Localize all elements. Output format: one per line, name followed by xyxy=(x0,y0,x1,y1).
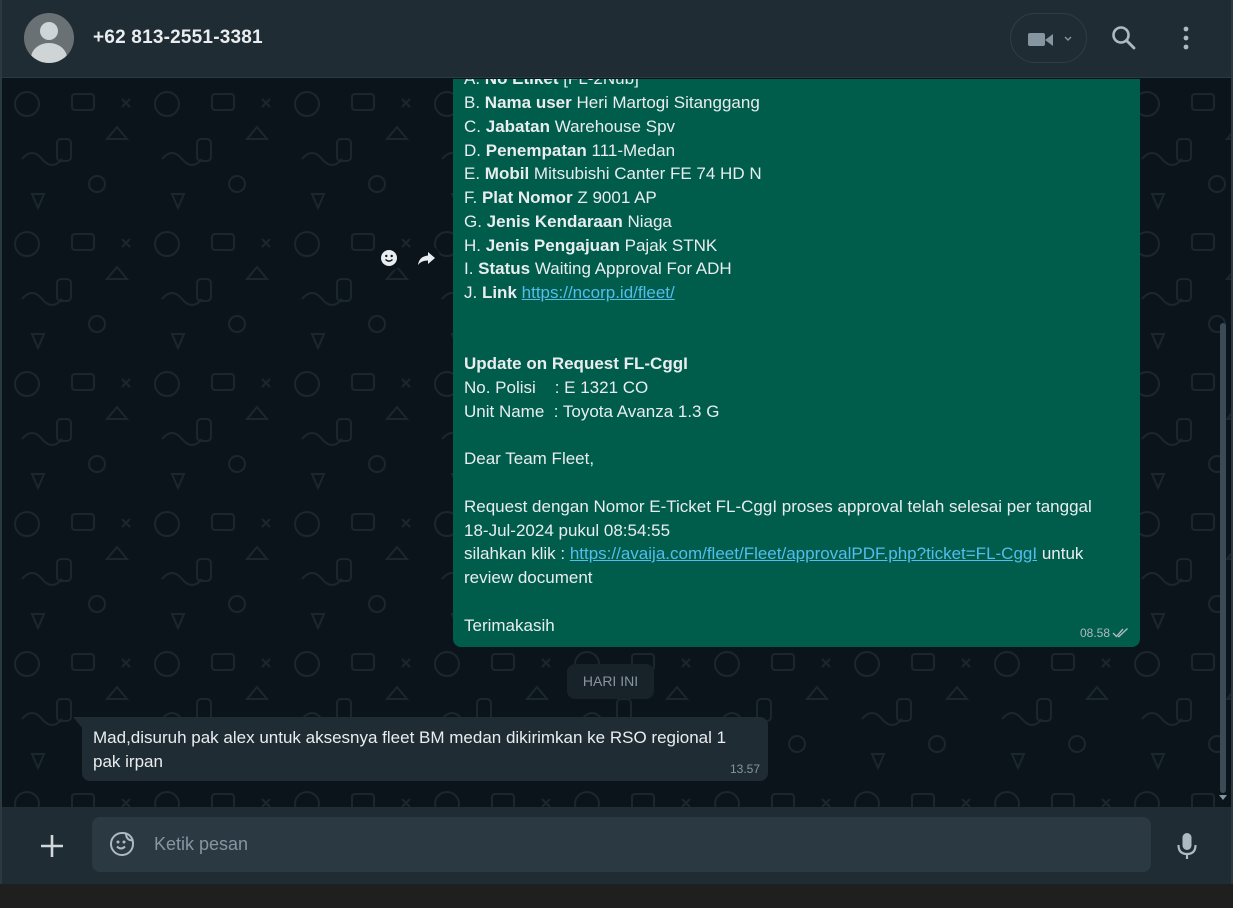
taskbar xyxy=(0,884,1233,908)
body-line-1: Request dengan Nomor E-Ticket FL-CggI pr… xyxy=(464,497,1092,516)
emoji-reaction-button[interactable] xyxy=(376,245,402,271)
incoming-message-bubble[interactable]: Mad,disuruh pak alex untuk aksesnya flee… xyxy=(73,717,768,781)
approval-pdf-link[interactable]: https://avaija.com/fleet/Fleet/approvalP… xyxy=(570,544,1037,563)
scroll-thumb[interactable] xyxy=(1220,323,1226,793)
incoming-line-1: Mad,disuruh pak alex untuk aksesnya flee… xyxy=(93,728,727,747)
message-input[interactable] xyxy=(154,817,1134,872)
no-polisi-line: No. Polisi : E 1321 CO xyxy=(464,378,649,397)
unit-name-line: Unit Name : Toyota Avanza 1.3 G xyxy=(464,402,720,421)
incoming-line-2: pak irpan xyxy=(93,752,163,771)
chevron-down-icon xyxy=(1064,36,1072,41)
chat-header: +62 813-2551-3381 xyxy=(2,0,1231,78)
field-line-b: B. Nama user Heri Martogi Sitanggang xyxy=(464,93,760,112)
body-line-2: 18-Jul-2024 pukul 08:54:55 xyxy=(464,521,671,540)
greeting-line: Dear Team Fleet, xyxy=(464,449,595,468)
search-icon[interactable] xyxy=(1110,24,1138,52)
update-title: Update on Request FL-CggI xyxy=(464,354,688,373)
video-call-icon xyxy=(1028,33,1045,46)
emoji-reaction-icon xyxy=(381,250,397,266)
field-line-f: F. Plat Nomor Z 9001 AP xyxy=(464,188,657,207)
incoming-message-time: 13.57 xyxy=(729,762,760,776)
avatar-head xyxy=(40,22,58,40)
date-divider: HARI INI xyxy=(567,664,654,699)
avatar-body xyxy=(31,43,67,63)
closing-line: Terimakasih xyxy=(464,616,555,635)
menu-icon[interactable] xyxy=(1172,24,1200,52)
double-check-icon xyxy=(1112,627,1128,638)
compose-bar xyxy=(2,807,1231,884)
chat-scrollbar[interactable] xyxy=(1219,79,1227,807)
plus-icon[interactable] xyxy=(38,832,66,860)
field-line-h: H. Jenis Pengajuan Pajak STNK xyxy=(464,236,718,255)
message-actions xyxy=(374,243,450,273)
click-line-2: review document xyxy=(464,568,593,587)
outgoing-message-bubble[interactable]: A. No Etiket [FL-2Nub] B. Nama user Heri… xyxy=(453,79,1140,647)
forward-button[interactable] xyxy=(414,245,440,271)
field-line-a: A. No Etiket [FL-2Nub] xyxy=(464,79,639,91)
bubble-tail xyxy=(73,717,83,729)
field-line-d: D. Penempatan 111-Medan xyxy=(464,141,676,160)
message-time: 08.58 xyxy=(1079,626,1110,640)
field-line-g: G. Jenis Kendaraan Niaga xyxy=(464,212,672,231)
sticker-icon[interactable] xyxy=(109,831,135,857)
chat-area[interactable]: A. No Etiket [FL-2Nub] B. Nama user Heri… xyxy=(2,79,1231,807)
field-line-e: E. Mobil Mitsubishi Canter FE 74 HD N xyxy=(464,164,762,183)
contact-name[interactable]: +62 813-2551-3381 xyxy=(93,27,263,49)
microphone-icon[interactable] xyxy=(1174,831,1200,861)
scroll-down-arrow[interactable] xyxy=(1219,795,1227,800)
avatar[interactable] xyxy=(24,13,74,63)
forward-icon xyxy=(418,252,435,265)
field-line-c: C. Jabatan Warehouse Spv xyxy=(464,117,676,136)
message-input-box[interactable] xyxy=(92,817,1151,872)
whatsapp-window: +62 813-2551-3381 B. Nama user Heri Mart… xyxy=(0,0,1233,884)
video-call-lens xyxy=(1045,34,1053,46)
click-line: silahkan klik : https://avaija.com/fleet… xyxy=(464,544,1084,563)
video-call-button[interactable] xyxy=(1010,13,1087,63)
field-line-j: J. Link https://ncorp.id/fleet/ xyxy=(464,283,675,302)
field-line-i: I. Status Waiting Approval For ADH xyxy=(464,259,732,278)
fleet-link[interactable]: https://ncorp.id/fleet/ xyxy=(522,283,675,302)
